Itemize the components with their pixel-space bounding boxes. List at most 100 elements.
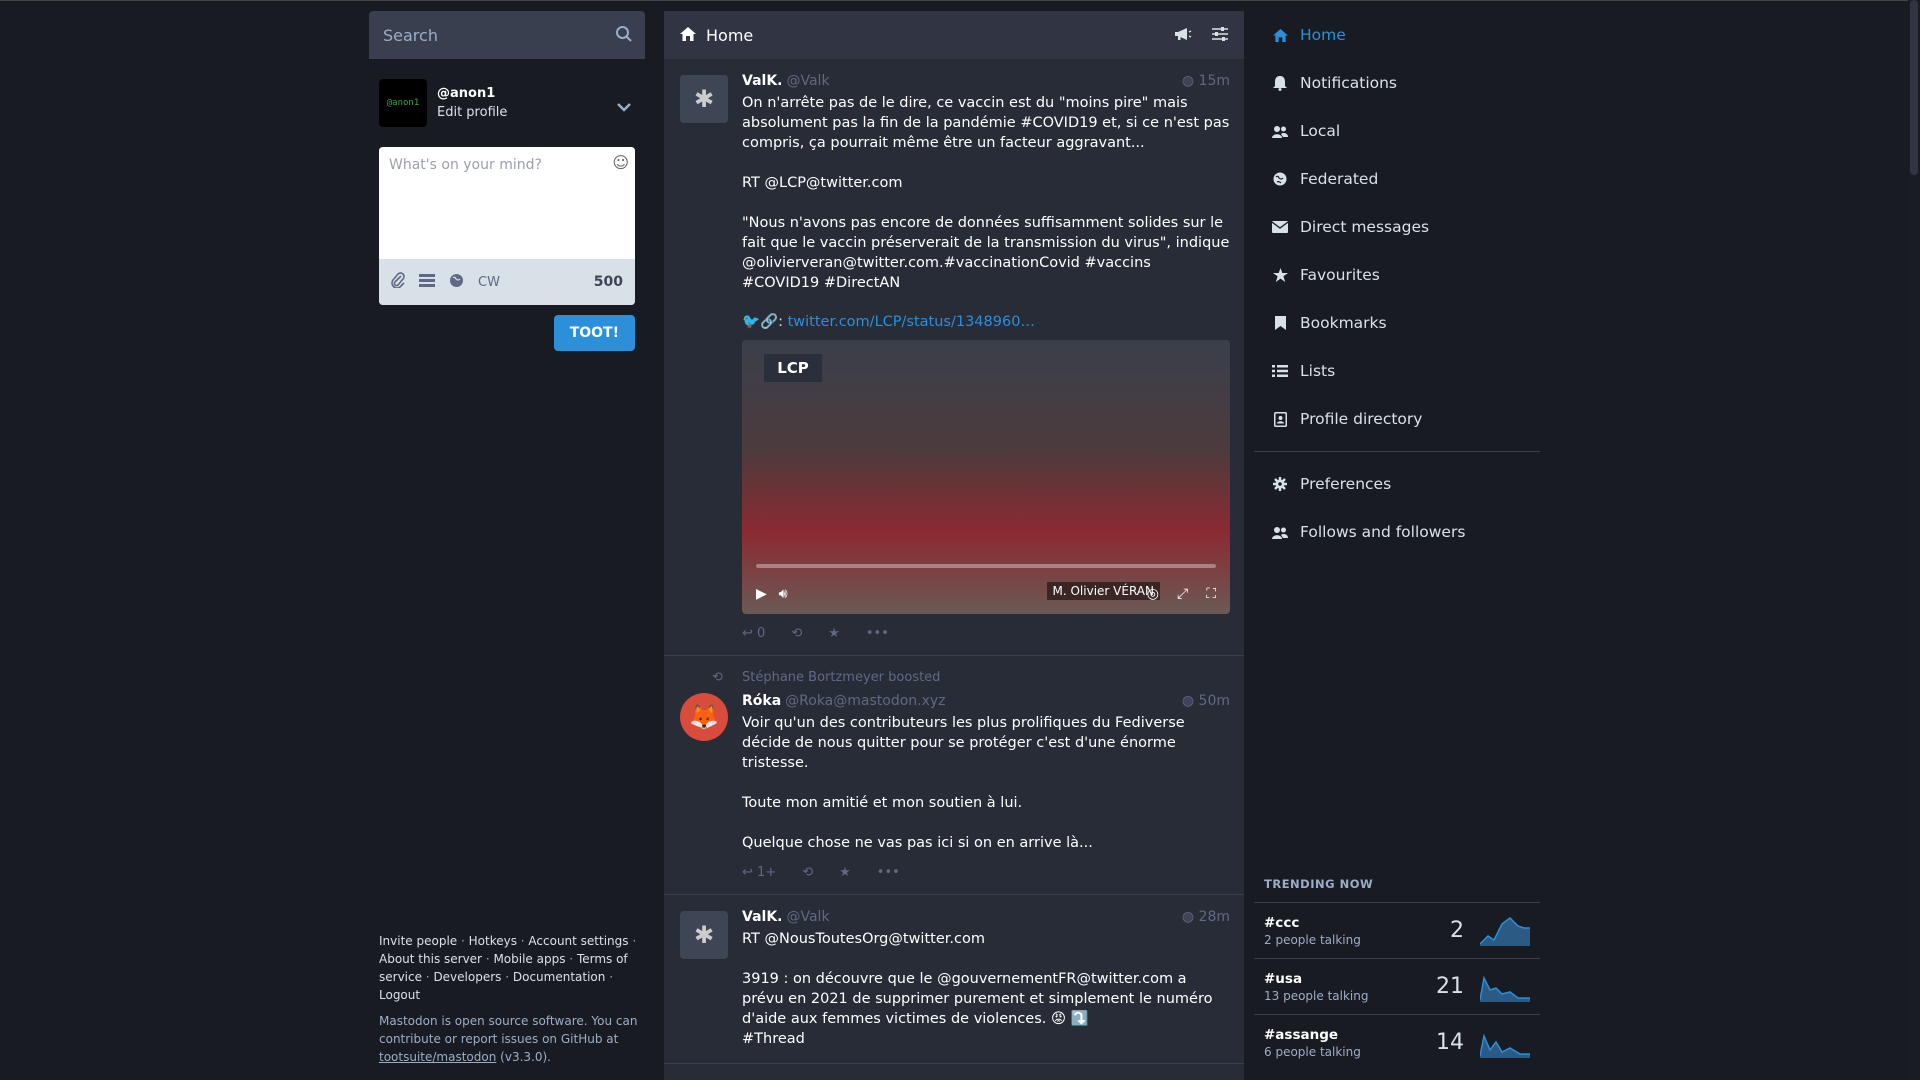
globe-icon: ◍ [1181,693,1195,709]
reply-icon: ↩ [742,626,753,641]
status-time-text: 50m [1198,693,1230,709]
video-player[interactable]: LCP M. Olivier VÉRAN ▶ 🔊︎ ◎ ⤢ ⛶ [742,340,1230,614]
status-time[interactable]: ◍ 28m [1182,909,1230,925]
list-icon [1270,365,1290,377]
volume-icon[interactable]: 🔊︎ [779,586,788,602]
favourite-icon[interactable]: ★ [839,865,851,880]
emoji-picker-icon[interactable]: ☺ [612,153,629,172]
nav-notifications[interactable]: Notifications [1254,59,1540,107]
nav-follows-and-followers[interactable]: Follows and followers [1254,508,1540,556]
nav-direct-messages[interactable]: Direct messages [1254,203,1540,251]
status-content: Voir qu'un des contributeurs les plus pr… [742,715,1185,851]
status-display-name[interactable]: Róka [742,693,781,709]
nav-home[interactable]: Home [1254,11,1540,59]
scrollbar-thumb[interactable] [1910,0,1918,175]
column-settings-icon[interactable] [1212,26,1228,45]
trend-sparkline [1480,916,1530,946]
status[interactable]: ✱ ValK. @Valk ◍ 15m On n'arrête pas de l… [664,59,1244,656]
boosted-by-text[interactable]: Stéphane Bortzmeyer boosted [742,670,940,685]
reply-count: 1+ [757,865,777,880]
video-progress-bar[interactable] [756,564,1216,568]
nav-preferences[interactable]: Preferences [1254,460,1540,508]
footer-link-invite[interactable]: Invite people [379,934,457,948]
nav-label: Home [1300,26,1346,44]
trend-tag[interactable]: #usa [1264,971,1368,987]
nav-profile-directory[interactable]: Profile directory [1254,395,1540,443]
status-time[interactable]: ◍ 15m [1182,73,1230,89]
footer-links: Invite people · Hotkeys · Account settin… [379,934,637,1002]
nav-label: Lists [1300,362,1336,380]
content-warning-button[interactable]: CW [478,275,500,290]
boost-icon[interactable]: ⟲ [791,626,802,641]
status[interactable]: ✱ ValK. @Valk ◍ 28m RT @NousToutesOrg@tw… [664,895,1244,1064]
chevron-down-icon[interactable] [617,97,631,116]
edit-profile-link[interactable]: Edit profile [437,105,507,120]
reply-button[interactable]: ↩ 1+ [742,865,776,880]
globe-privacy-icon[interactable] [449,273,464,292]
nav-federated[interactable]: Federated [1254,155,1540,203]
nav-lists[interactable]: Lists [1254,347,1540,395]
trend-item[interactable]: #usa 13 people talking 21 [1254,958,1540,1014]
nav-favourites[interactable]: Favourites [1254,251,1540,299]
avatar[interactable]: ✱ [680,75,728,123]
trend-sparkline [1480,1032,1530,1058]
footer-link-developers[interactable]: Developers [433,970,501,984]
avatar[interactable]: 🦊 [680,693,728,741]
avatar[interactable]: @anon1 [379,79,427,127]
attach-media-icon[interactable] [391,272,405,292]
footer-repo-link[interactable]: tootsuite/mastodon [379,1050,496,1064]
trend-count: 14 [1436,1030,1464,1055]
footer-link-account-settings[interactable]: Account settings [528,934,628,948]
trend-count: 2 [1450,918,1464,943]
search-input[interactable] [383,25,603,45]
footer-link-about[interactable]: About this server [379,952,482,966]
current-account: @anon1 @anon1 Edit profile [369,59,645,147]
column-title[interactable]: Home [706,26,753,45]
globe-icon [1270,172,1290,186]
status-link[interactable]: twitter.com/LCP/status/1348960… [788,314,1035,330]
play-icon[interactable]: ▶ [756,586,767,602]
expand-icon[interactable]: ⤢ [1177,586,1188,602]
page-scrollbar[interactable] [1908,0,1920,1080]
avatar[interactable]: ✱ [680,911,728,959]
status-display-name[interactable]: ValK. [742,909,782,925]
reply-button[interactable]: ↩ 0 [742,626,765,641]
home-column: Home ✱ ValK. @Valk ◍ 15m On n'arrête pas… [664,11,1244,1080]
compose-textarea[interactable] [379,147,635,257]
poll-icon[interactable] [419,273,435,291]
trend-people: 6 people talking [1264,1044,1361,1059]
trend-tag[interactable]: #assange [1264,1027,1361,1043]
status-handle[interactable]: @Valk [786,909,829,925]
account-handle[interactable]: @anon1 [437,86,507,101]
trend-item[interactable]: #ccc 2 people talking 2 [1254,902,1540,958]
trend-tag[interactable]: #ccc [1264,915,1361,931]
more-icon[interactable]: ••• [877,865,900,880]
status-display-name[interactable]: ValK. [742,73,782,89]
fullscreen-icon[interactable]: ⛶ [1206,586,1216,602]
hide-media-icon[interactable]: ◎ [1147,586,1159,602]
trend-people: 13 people talking [1264,988,1369,1003]
users-icon [1270,526,1290,539]
more-icon[interactable]: ••• [866,626,889,641]
trend-item[interactable]: #assange 6 people talking 14 [1254,1014,1540,1070]
footer-link-documentation[interactable]: Documentation [513,970,606,984]
status-handle[interactable]: @Valk [786,73,829,89]
search-icon[interactable] [615,25,633,47]
compose-toolbar: CW 500 [379,259,635,305]
footer-link-logout[interactable]: Logout [379,988,420,1002]
announcements-icon[interactable] [1174,26,1192,45]
gear-icon [1270,477,1290,491]
nav-label: Follows and followers [1300,523,1466,541]
status-handle[interactable]: @Roka@mastodon.xyz [785,693,945,709]
status-time[interactable]: ◍ 50m [1182,693,1230,709]
nav-local[interactable]: Local [1254,107,1540,155]
status[interactable]: 🦊 Róka @Roka@mastodon.xyz ◍ 50m Voir qu'… [664,685,1244,895]
boost-icon[interactable]: ⟲ [802,865,813,880]
favourite-icon[interactable]: ★ [828,626,840,641]
footer-link-mobile-apps[interactable]: Mobile apps [493,952,565,966]
home-icon [1270,28,1290,42]
boost-icon: ⟲ [712,670,723,685]
toot-button[interactable]: TOOT! [553,315,635,351]
footer-link-hotkeys[interactable]: Hotkeys [469,934,517,948]
nav-bookmarks[interactable]: Bookmarks [1254,299,1540,347]
